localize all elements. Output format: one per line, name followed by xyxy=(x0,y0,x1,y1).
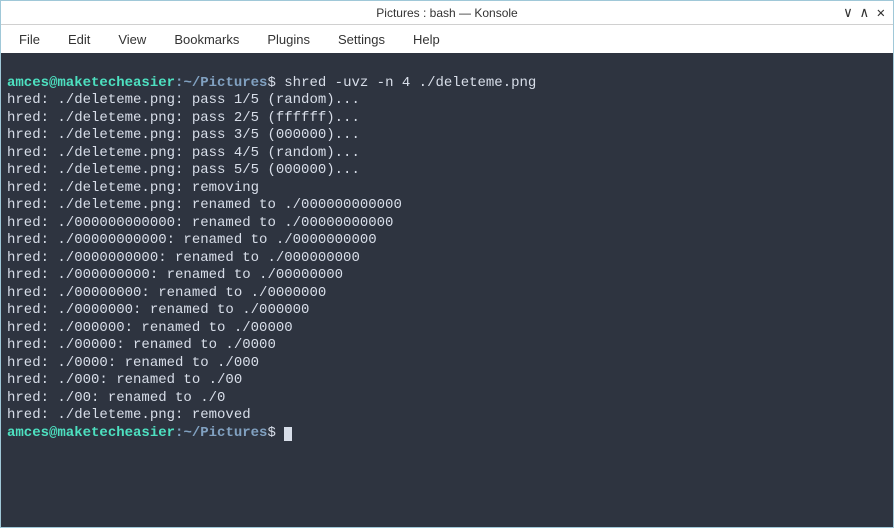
prompt-user: amces@maketecheasier xyxy=(7,425,175,441)
output-line: hred: ./deleteme.png: removed xyxy=(7,407,251,423)
menu-bookmarks[interactable]: Bookmarks xyxy=(160,28,253,51)
output-line: hred: ./deleteme.png: removing xyxy=(7,180,259,196)
output-line: hred: ./000000000000: renamed to ./00000… xyxy=(7,215,393,231)
menu-file[interactable]: File xyxy=(5,28,54,51)
menu-settings[interactable]: Settings xyxy=(324,28,399,51)
menubar: File Edit View Bookmarks Plugins Setting… xyxy=(1,25,893,53)
command-text: shred -uvz -n 4 ./deleteme.png xyxy=(276,75,536,91)
prompt-path: ~/Pictures xyxy=(183,425,267,441)
output-line: hred: ./deleteme.png: pass 4/5 (random).… xyxy=(7,145,360,161)
window-title: Pictures : bash — Konsole xyxy=(376,6,517,20)
output-line: hred: ./00000000: renamed to ./0000000 xyxy=(7,285,326,301)
maximize-icon[interactable]: ∧ xyxy=(860,6,868,20)
menu-view[interactable]: View xyxy=(104,28,160,51)
menu-help[interactable]: Help xyxy=(399,28,454,51)
output-line: hred: ./deleteme.png: pass 3/5 (000000).… xyxy=(7,127,360,143)
output-line: hred: ./0000: renamed to ./000 xyxy=(7,355,259,371)
cursor-icon xyxy=(284,427,292,441)
output-line: hred: ./000000000: renamed to ./00000000 xyxy=(7,267,343,283)
output-line: hred: ./0000000: renamed to ./000000 xyxy=(7,302,309,318)
output-line: hred: ./00000: renamed to ./0000 xyxy=(7,337,276,353)
prompt-dollar: $ xyxy=(267,425,275,441)
output-line: hred: ./00: renamed to ./0 xyxy=(7,390,225,406)
menu-edit[interactable]: Edit xyxy=(54,28,104,51)
output-line: hred: ./00000000000: renamed to ./000000… xyxy=(7,232,377,248)
output-line: hred: ./deleteme.png: renamed to ./00000… xyxy=(7,197,402,213)
menu-plugins[interactable]: Plugins xyxy=(253,28,324,51)
minimize-icon[interactable]: ∨ xyxy=(844,6,852,20)
prompt-path: ~/Pictures xyxy=(183,75,267,91)
output-line: hred: ./0000000000: renamed to ./0000000… xyxy=(7,250,360,266)
window-controls: ∨ ∧ ✕ xyxy=(844,6,885,20)
output-line: hred: ./deleteme.png: pass 1/5 (random).… xyxy=(7,92,360,108)
output-line: hred: ./000000: renamed to ./00000 xyxy=(7,320,293,336)
output-line: hred: ./deleteme.png: pass 2/5 (ffffff).… xyxy=(7,110,360,126)
output-line: hred: ./deleteme.png: pass 5/5 (000000).… xyxy=(7,162,360,178)
close-icon[interactable]: ✕ xyxy=(877,6,885,20)
prompt-user: amces@maketecheasier xyxy=(7,75,175,91)
output-line: hred: ./000: renamed to ./00 xyxy=(7,372,242,388)
terminal-area[interactable]: amces@maketecheasier:~/Pictures$ shred -… xyxy=(1,53,893,527)
prompt-dollar: $ xyxy=(267,75,275,91)
titlebar: Pictures : bash — Konsole ∨ ∧ ✕ xyxy=(1,1,893,25)
